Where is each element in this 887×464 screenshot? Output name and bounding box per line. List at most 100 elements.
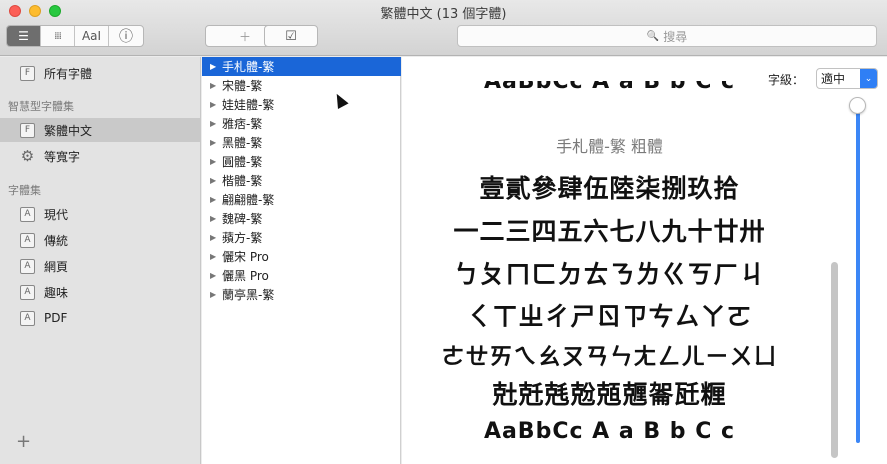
checkbox-icon: ☑ [285,28,297,44]
font-name: 手札體-繁 [222,60,275,74]
preview-line: 兙兛兞兝兡兣嗧瓩糎 [492,380,727,409]
font-name: 雅痞-繁 [222,117,263,131]
preview-line: ㄅㄆㄇㄈㄉㄊㄋㄌㄍㄎㄏㄐ [453,260,766,289]
title-bar: 繁體中文 (13 個字體) ☰ ⁞⁞⁞ AaI ⓘ ＋ ☑ 🔍 搜尋 [0,0,887,56]
font-name: 圓體-繁 [222,155,263,169]
font-book-window: 繁體中文 (13 個字體) ☰ ⁞⁞⁞ AaI ⓘ ＋ ☑ 🔍 搜尋 F 所有字… [0,0,887,464]
font-name: 宋體-繁 [222,79,263,93]
font-box-icon: F [20,122,35,138]
sidebar-item-fun[interactable]: A 趣味 [0,280,200,304]
sidebar-item-label: 繁體中文 [44,123,93,138]
collection-icon: A [20,206,35,222]
sidebar: F 所有字體 智慧型字體集 F 繁體中文 ⚙ 等寬字 字體集 A 現代 A 傳統… [0,57,201,464]
font-list-item[interactable]: ▶ 儷宋 Pro [202,247,401,266]
preview-font-name: 手札體-繁 粗體 [556,137,663,156]
size-value: 適中 [821,72,846,86]
disclosure-triangle-icon[interactable]: ▶ [210,214,222,223]
font-name: 儷宋 Pro [222,250,269,264]
font-name: 楷體-繁 [222,174,263,188]
sidebar-item-web[interactable]: A 網頁 [0,254,200,278]
gear-icon: ⚙ [20,147,35,165]
sidebar-item-all-fonts[interactable]: F 所有字體 [0,61,200,85]
font-list-item[interactable]: ▶ 手札體-繁 [202,57,401,76]
disclosure-triangle-icon[interactable]: ▶ [210,271,222,280]
smart-collections-header: 智慧型字體集 [8,100,74,113]
font-name: 魏碑-繁 [222,212,263,226]
preview-latin-line: AaBbCc A a B b C c [483,419,736,444]
font-list-item[interactable]: ▶ 儷黑 Pro [202,266,401,285]
disclosure-triangle-icon[interactable]: ▶ [210,157,222,166]
font-list-item[interactable]: ▶ 娃娃體-繁 [202,95,401,114]
disclosure-triangle-icon[interactable]: ▶ [210,233,222,242]
font-name: 翩翩體-繁 [222,193,275,207]
collections-header: 字體集 [8,184,41,197]
collection-icon: A [20,232,35,248]
preview-scrollbar[interactable] [831,262,838,458]
preview-partial-line: AaBbCc A a B b C c [402,81,817,103]
disclosure-triangle-icon[interactable]: ▶ [210,252,222,261]
collection-icon: A [20,310,35,326]
collection-icon: A [20,258,35,274]
preview-latin-text: AaBbCc A a B b C c [483,81,736,94]
disclosure-triangle-icon[interactable]: ▶ [210,176,222,185]
window-title: 繁體中文 (13 個字體) [380,7,507,22]
sidebar-item-label: 所有字體 [44,66,93,81]
font-list-item[interactable]: ▶ 楷體-繁 [202,171,401,190]
collection-icon: A [20,284,35,300]
preview-line: ㄑㄒㄓㄔㄕㄖㄗㄘㄙㄚㄛ [466,302,753,331]
font-list-item[interactable]: ▶ 蘋方-繁 [202,228,401,247]
font-list-item[interactable]: ▶ 雅痞-繁 [202,114,401,133]
size-dropdown[interactable]: 適中 ⌄ [816,68,878,89]
disclosure-triangle-icon[interactable]: ▶ [210,100,222,109]
font-box-icon: F [20,65,35,81]
search-icon: 🔍 [646,30,660,42]
sidebar-item-label: 等寬字 [44,149,81,164]
disclosure-triangle-icon[interactable]: ▶ [210,195,222,204]
font-name: 黑體-繁 [222,136,263,150]
font-preview-pane: AaBbCc A a B b C c 字級： 適中 ⌄ 手札體-繁 粗體 壹貳參… [402,57,887,464]
font-list-item[interactable]: ▶ 黑體-繁 [202,133,401,152]
font-list-item[interactable]: ▶ 宋體-繁 [202,76,401,95]
sidebar-item-monospace[interactable]: ⚙ 等寬字 [0,144,200,168]
sidebar-item-traditional-chinese[interactable]: F 繁體中文 [0,118,200,142]
disclosure-triangle-icon[interactable]: ▶ [210,62,222,71]
font-list-item[interactable]: ▶ 蘭亭黑-繁 [202,285,401,304]
sidebar-item-pdf[interactable]: A PDF [0,306,200,330]
size-label: 字級： [768,73,805,87]
font-name: 蘭亭黑-繁 [222,288,275,302]
chevron-down-icon: ⌄ [860,69,877,88]
size-slider-knob[interactable] [849,97,866,114]
plus-icon: ＋ [238,29,251,44]
sidebar-item-label: 網頁 [44,259,69,274]
font-list-item[interactable]: ▶ 圓體-繁 [202,152,401,171]
font-list-item[interactable]: ▶ 翩翩體-繁 [202,190,401,209]
disclosure-triangle-icon[interactable]: ▶ [210,290,222,299]
font-name: 儷黑 Pro [222,269,269,283]
info-icon[interactable]: ⓘ [109,26,143,46]
font-name: 蘋方-繁 [222,231,263,245]
sidebar-item-label: PDF [44,311,68,325]
font-list-item[interactable]: ▶ 魏碑-繁 [202,209,401,228]
search-placeholder: 搜尋 [663,29,688,44]
validate-font-button[interactable]: ☑ [264,25,318,47]
view-mode-segmented-control: ☰ ⁞⁞⁞ AaI ⓘ [6,25,144,47]
grid-icon[interactable]: ⁞⁞⁞ [41,26,75,46]
font-sample-icon[interactable]: AaI [75,26,109,46]
preview-line: ㄜㄝㄞㄟㄠㄡㄢㄣㄤㄥㄦㄧㄨㄩ [441,344,778,370]
font-list: ▶ 手札體-繁 ▶ 宋體-繁 ▶ 娃娃體-繁 ▶ 雅痞-繁 ▶ 黑體-繁 ▶ 圓體-繁 ▶ 楷… [202,57,401,464]
sidebar-item-label: 現代 [44,207,69,222]
disclosure-triangle-icon[interactable]: ▶ [210,81,222,90]
sidebar-item-label: 傳統 [44,233,69,248]
disclosure-triangle-icon[interactable]: ▶ [210,119,222,128]
preview-line: 一二三四五六七八九十廿卅 [453,217,766,246]
preview-line: 壹貳參肆伍陸柒捌玖拾 [479,174,740,203]
list-lines-icon[interactable]: ☰ [7,26,41,46]
disclosure-triangle-icon[interactable]: ▶ [210,138,222,147]
search-field[interactable]: 🔍 搜尋 [457,25,877,47]
size-slider-track[interactable] [856,105,860,443]
add-collection-button[interactable]: + [16,431,31,452]
sidebar-item-label: 趣味 [44,285,69,300]
font-name: 娃娃體-繁 [222,98,275,112]
sidebar-item-traditional[interactable]: A 傳統 [0,228,200,252]
sidebar-item-modern[interactable]: A 現代 [0,202,200,226]
